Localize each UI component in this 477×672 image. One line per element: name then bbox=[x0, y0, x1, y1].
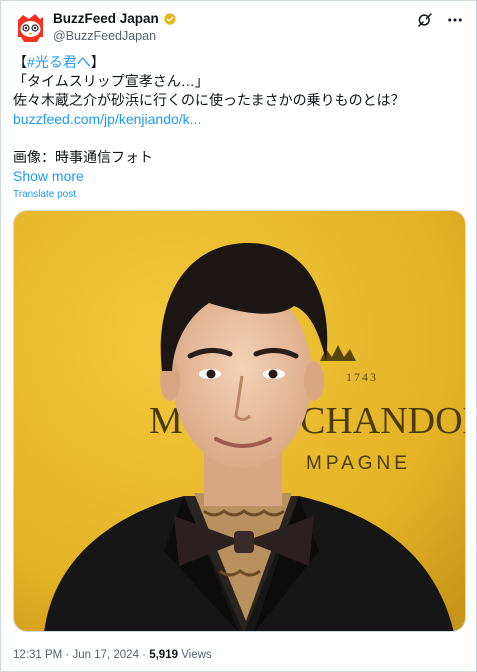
author-names: BuzzFeed Japan @BuzzFeedJapan bbox=[53, 11, 177, 44]
avatar[interactable] bbox=[13, 10, 48, 45]
more-options-button[interactable] bbox=[446, 11, 464, 34]
header-actions bbox=[416, 11, 464, 34]
article-link[interactable]: buzzfeed.com/jp/kenjiando/k... bbox=[13, 110, 464, 129]
author-display-name[interactable]: BuzzFeed Japan bbox=[53, 11, 159, 27]
hashtag-link[interactable]: #光る君へ bbox=[27, 54, 91, 70]
tweet-card: BuzzFeed Japan @BuzzFeedJapan 【#光る君へ】 「タ… bbox=[0, 0, 477, 672]
post-date[interactable]: Jun 17, 2024 bbox=[72, 649, 139, 661]
translate-post-link[interactable]: Translate post bbox=[13, 189, 76, 201]
author-handle[interactable]: @BuzzFeedJapan bbox=[53, 28, 177, 44]
text-line-1: 【#光る君へ】 bbox=[13, 53, 464, 72]
tweet-photo[interactable]: 1743 M CHANDON MPAGNE bbox=[13, 210, 466, 632]
tweet-text: 【#光る君へ】 「タイムスリップ宣孝さん…」 佐々木蔵之介が砂浜に行くのに使った… bbox=[13, 53, 464, 167]
verified-badge-icon bbox=[163, 12, 176, 26]
buzzfeed-logo-icon bbox=[13, 10, 48, 45]
backdrop-brand-right: CHANDON bbox=[300, 400, 466, 442]
text-line-2: 「タイムスリップ宣孝さん…」 bbox=[13, 73, 209, 89]
bracket-close: 】 bbox=[90, 54, 105, 70]
show-more-link[interactable]: Show more bbox=[13, 167, 84, 186]
views-count: 5,919 bbox=[149, 649, 178, 661]
separator: · bbox=[138, 649, 150, 661]
tweet-meta: 12:31 PM · Jun 17, 2024 · 5,919 Views bbox=[13, 648, 212, 662]
backdrop-year: 1743 bbox=[346, 370, 378, 384]
grok-icon bbox=[418, 13, 432, 27]
post-time[interactable]: 12:31 PM bbox=[13, 649, 62, 661]
backdrop-sub: MPAGNE bbox=[306, 453, 411, 474]
portrait-photo: 1743 M CHANDON MPAGNE bbox=[14, 211, 466, 631]
tweet-header: BuzzFeed Japan @BuzzFeedJapan bbox=[13, 9, 464, 49]
grok-button[interactable] bbox=[416, 11, 434, 34]
text-line-5: 画像：時事通信フォト bbox=[13, 149, 153, 165]
views-label: Views bbox=[178, 649, 212, 661]
more-options-icon bbox=[448, 18, 462, 22]
bracket-open: 【 bbox=[13, 54, 27, 70]
text-line-3: 佐々木蔵之介が砂浜に行くのに使ったまさかの乗りものとは？ bbox=[13, 92, 405, 108]
author-name-row[interactable]: BuzzFeed Japan bbox=[53, 11, 177, 27]
separator: · bbox=[62, 649, 73, 661]
